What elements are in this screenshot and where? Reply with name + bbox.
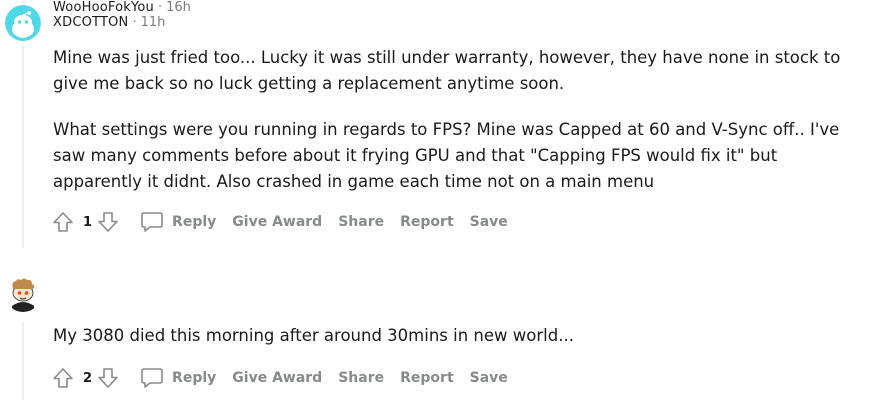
save-button[interactable]: Save bbox=[470, 370, 508, 386]
thread-line[interactable] bbox=[22, 46, 24, 248]
meta-separator: · bbox=[158, 0, 163, 15]
comment-paragraph: What settings were you running in regard… bbox=[53, 120, 840, 191]
reply-button[interactable]: Reply bbox=[140, 366, 216, 390]
speech-bubble-icon bbox=[140, 210, 164, 234]
comment-paragraph: My 3080 died this morning after around 3… bbox=[53, 326, 574, 345]
vote-score: 1 bbox=[83, 214, 93, 230]
report-button[interactable]: Report bbox=[400, 214, 454, 230]
downvote-arrow-icon[interactable] bbox=[96, 366, 120, 390]
snoo-avatar-icon[interactable] bbox=[5, 276, 41, 312]
comment-body: Mine was just fried too... Lucky it was … bbox=[53, 45, 868, 97]
vote-score: 2 bbox=[83, 370, 93, 386]
author-link[interactable]: WooHooFokYou bbox=[53, 0, 154, 15]
reply-label: Reply bbox=[172, 370, 217, 386]
give-award-button[interactable]: Give Award bbox=[232, 214, 322, 230]
share-button[interactable]: Share bbox=[338, 214, 384, 230]
downvote-arrow-icon[interactable] bbox=[96, 210, 120, 234]
author-link[interactable]: XDCOTTON bbox=[53, 15, 128, 30]
comment-actions: 1 Reply Give Award Share Report Save bbox=[51, 208, 508, 236]
give-award-button[interactable]: Give Award bbox=[232, 370, 322, 386]
upvote-arrow-icon[interactable] bbox=[51, 210, 75, 234]
comment-body: What settings were you running in regard… bbox=[53, 117, 868, 195]
speech-bubble-icon bbox=[140, 366, 164, 390]
comment-thread: XDCOTTON · 11h Mine was just fried too... … bbox=[0, 0, 879, 400]
report-button[interactable]: Report bbox=[400, 370, 454, 386]
comment-meta: WooHooFokYou · 16h bbox=[53, 0, 191, 16]
save-button[interactable]: Save bbox=[470, 214, 508, 230]
comment-meta: XDCOTTON · 11h bbox=[53, 15, 165, 31]
snoo-avatar-icon[interactable] bbox=[5, 5, 41, 41]
thread-line[interactable] bbox=[22, 322, 24, 400]
comment-body: My 3080 died this morning after around 3… bbox=[53, 323, 868, 349]
comment-timestamp[interactable]: 16h bbox=[166, 0, 191, 15]
comment-paragraph: Mine was just fried too... Lucky it was … bbox=[53, 48, 841, 93]
comment-actions: 2 Reply Give Award Share Report Save bbox=[51, 364, 508, 392]
reply-label: Reply bbox=[172, 214, 217, 230]
meta-separator: · bbox=[132, 15, 137, 30]
reply-button[interactable]: Reply bbox=[140, 210, 216, 234]
comment-timestamp[interactable]: 11h bbox=[141, 15, 166, 30]
upvote-arrow-icon[interactable] bbox=[51, 366, 75, 390]
share-button[interactable]: Share bbox=[338, 370, 384, 386]
